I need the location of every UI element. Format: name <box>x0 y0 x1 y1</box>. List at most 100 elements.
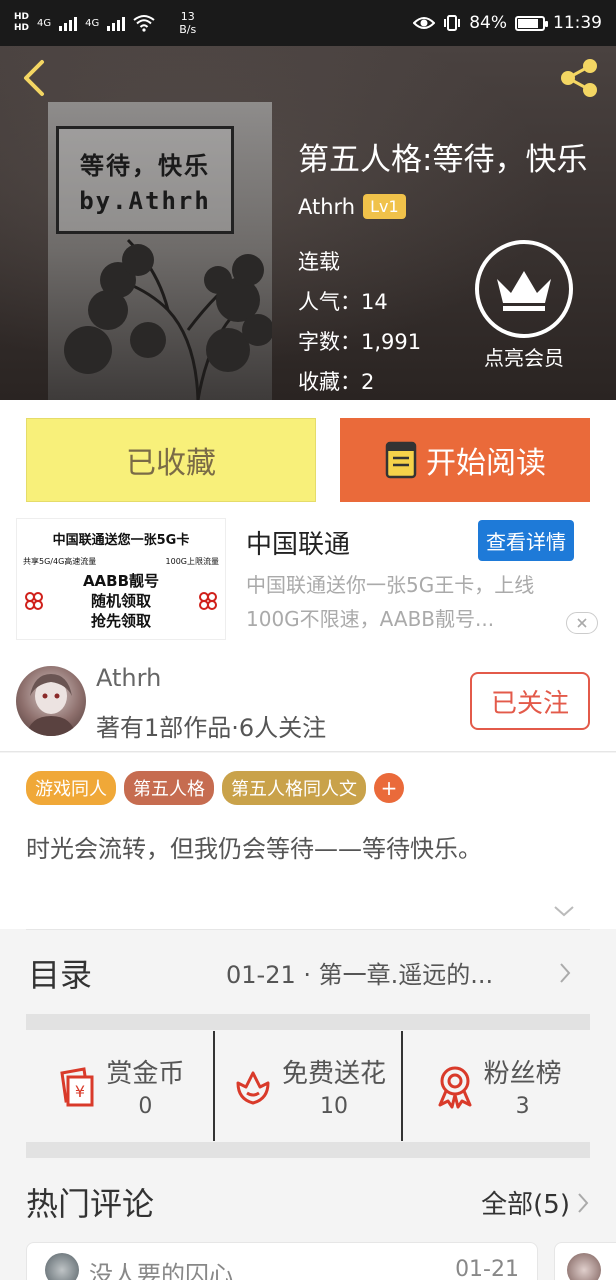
speed-unit: B/s <box>179 23 197 36</box>
book-description: 时光会流转，但我仍会等待——等待快乐。 <box>26 835 482 863</box>
commenter-name: 没人要的囚心 <box>89 1261 233 1280</box>
wifi-icon <box>133 15 155 32</box>
start-reading-label: 开始阅读 <box>426 446 546 481</box>
follow-button[interactable]: 已关注 <box>470 672 590 730</box>
fans-value: 3 <box>515 1094 530 1119</box>
status-bar: HD HD 4G 4G 13 B/s 84% 11:39 <box>0 0 616 46</box>
tag-item[interactable]: 第五人格 <box>124 771 214 805</box>
comment-date: 01-21 <box>455 1257 519 1280</box>
vip-label: 点亮会员 <box>484 346 564 370</box>
ad-description: 中国联通送你一张5G王卡，上线100G不限速，AABB靓号... <box>246 573 535 631</box>
popularity: 人气：14 <box>298 290 388 314</box>
ad-image-title: 中国联通送您一张5G卡 <box>52 533 190 548</box>
tag-item[interactable]: 游戏同人 <box>26 771 116 805</box>
add-tag-icon[interactable]: + <box>374 773 404 803</box>
clock: 11:39 <box>553 13 602 33</box>
tag-item[interactable]: 第五人格同人文 <box>222 771 366 805</box>
comments-header: 热门评论 全部(5) <box>26 1168 590 1236</box>
toc-latest-chapter: 01-21 · 第一章.遥远的... <box>226 961 494 989</box>
reward-coins[interactable]: ¥ 赏金币 0 <box>26 1031 213 1141</box>
book-description-area: 游戏同人 第五人格 第五人格同人文 + 时光会流转，但我仍会等待——等待快乐。 <box>0 753 616 929</box>
ad-image-sub-left: 共享5G/4G高速流量 <box>23 557 97 566</box>
crown-icon <box>475 240 573 338</box>
network-speed: 13 B/s <box>179 10 196 36</box>
status-right: 84% 11:39 <box>413 13 602 33</box>
speed-value: 13 <box>180 10 195 23</box>
reward-label: 赏金币 <box>106 1059 185 1089</box>
back-arrow-icon[interactable] <box>18 58 48 98</box>
support-stats: ¥ 赏金币 0 免费送花 10 粉丝榜 3 <box>26 1031 590 1141</box>
red-envelope-icon: ¥ <box>60 1067 94 1107</box>
fan-rank[interactable]: 粉丝榜 3 <box>401 1031 590 1141</box>
table-of-contents[interactable]: 目录 01-21 · 第一章.遥远的... <box>26 929 590 1015</box>
battery-percent: 84% <box>469 13 507 33</box>
commenter-avatar <box>567 1253 601 1280</box>
divider <box>26 1142 590 1158</box>
hd-label-1: HD <box>14 12 30 22</box>
author-card: Athrh 著有1部作品·6人关注 已关注 <box>0 652 616 752</box>
hd-label-2: HD <box>14 23 30 33</box>
author-avatar[interactable] <box>16 666 86 736</box>
ad-advertiser: 中国联通 <box>246 530 351 560</box>
commenter-avatar <box>45 1253 79 1280</box>
collected-label: 已收藏 <box>126 446 216 481</box>
word-count: 字数：1,991 <box>298 330 422 354</box>
signal-icon <box>59 15 78 31</box>
level-badge: Lv1 <box>363 194 406 219</box>
comment-card[interactable] <box>554 1242 616 1280</box>
ad-image-mid: AABB靓号 随机领取 抢先领取 <box>23 571 219 631</box>
ad-image[interactable]: 中国联通送您一张5G卡 共享5G/4G高速流量 100G上限流量 AABB靓号 … <box>16 518 226 640</box>
reward-value: 0 <box>138 1094 153 1119</box>
divider <box>26 1014 590 1030</box>
ad-image-sub: 共享5G/4G高速流量 100G上限流量 <box>23 556 219 567</box>
vibrate-icon <box>444 15 461 31</box>
battery-icon <box>515 15 548 31</box>
book-title: 第五人格:等待，快乐 <box>298 142 588 178</box>
share-icon[interactable] <box>556 54 604 102</box>
book-author[interactable]: Athrh <box>298 195 355 219</box>
flowers-label: 免费送花 <box>282 1059 387 1089</box>
unicom-logo-icon <box>199 592 217 610</box>
flowers-value: 10 <box>320 1094 348 1119</box>
network-label-1: 4G <box>37 17 52 29</box>
comments-title: 热门评论 <box>26 1185 155 1223</box>
book-cover[interactable]: 等待，快乐 by.Athrh <box>48 102 272 400</box>
cover-title: 等待，快乐 <box>80 151 210 180</box>
hd-indicator: HD HD <box>14 12 29 34</box>
tag-list: 游戏同人 第五人格 第五人格同人文 + <box>26 771 404 805</box>
action-bar: 已收藏 开始阅读 <box>0 400 616 518</box>
ad-image-line2: 随机领取 <box>90 592 151 610</box>
ad-image-line1: AABB靓号 <box>82 572 160 590</box>
all-comments-link[interactable]: 全部(5) <box>481 1184 570 1221</box>
ad-close-icon[interactable] <box>566 612 598 634</box>
vip-button[interactable]: 点亮会员 <box>474 240 574 371</box>
ad-detail-button[interactable]: 查看详情 <box>478 520 574 561</box>
medal-icon <box>438 1066 472 1109</box>
chevron-down-icon[interactable] <box>552 903 576 919</box>
signal-icon-2 <box>107 15 126 31</box>
free-flowers[interactable]: 免费送花 10 <box>212 1031 402 1141</box>
comment-card[interactable]: 没人要的囚心 01-21 <box>26 1242 538 1280</box>
chevron-right-icon <box>578 1193 589 1213</box>
start-reading-button[interactable]: 开始阅读 <box>340 418 590 502</box>
cover-author: by.Athrh <box>79 186 211 215</box>
network-label-2: 4G <box>85 17 100 29</box>
status-left: HD HD 4G 4G 13 B/s <box>14 10 196 36</box>
favorite-count: 收藏：2 <box>298 370 375 394</box>
ad-image-line3: 抢先领取 <box>90 612 151 630</box>
svg-text:¥: ¥ <box>75 1082 85 1101</box>
cover-sign: 等待，快乐 by.Athrh <box>56 126 234 234</box>
ad-banner[interactable]: 中国联通送您一张5G卡 共享5G/4G高速流量 100G上限流量 AABB靓号 … <box>0 518 616 652</box>
book-icon <box>385 441 417 479</box>
collected-button[interactable]: 已收藏 <box>26 418 316 502</box>
flower-icon <box>236 1071 270 1105</box>
toc-title: 目录 <box>28 955 93 994</box>
fans-label: 粉丝榜 <box>483 1059 562 1089</box>
eye-icon <box>413 17 436 29</box>
chevron-right-icon <box>560 963 571 983</box>
ad-image-sub-right: 100G上限流量 <box>165 557 219 566</box>
author-name[interactable]: Athrh <box>96 664 161 692</box>
serial-status: 连载 <box>298 250 340 274</box>
unicom-logo-icon <box>25 592 43 610</box>
author-info: 著有1部作品·6人关注 <box>96 714 327 742</box>
